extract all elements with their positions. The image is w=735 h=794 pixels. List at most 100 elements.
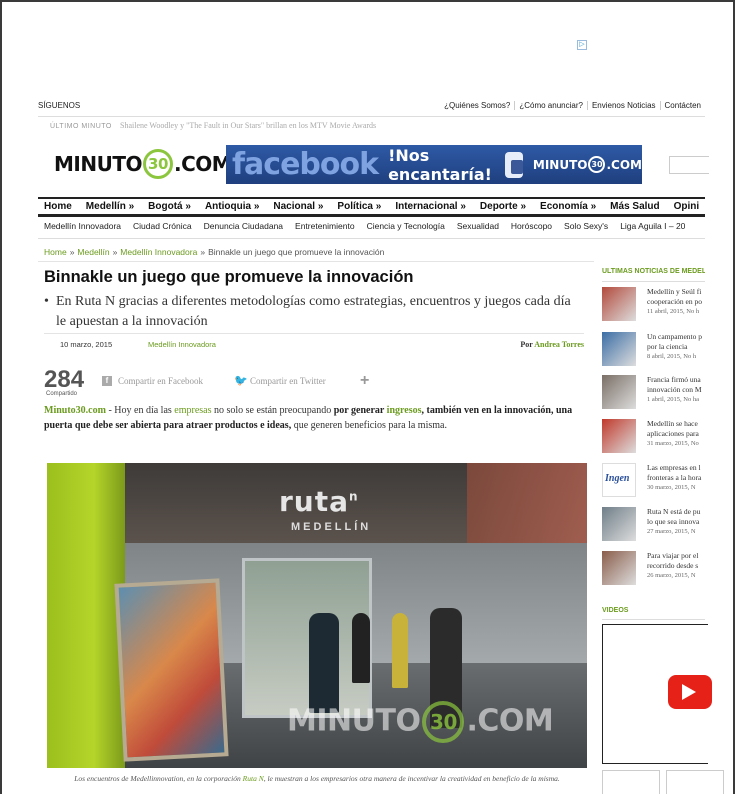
headline-line: Ruta N está de pu xyxy=(647,507,701,516)
subnav-horoscopo[interactable]: Horóscopo xyxy=(505,221,558,235)
nav-politica[interactable]: Política » xyxy=(330,201,388,212)
headline-line: Medellín se hace xyxy=(647,419,698,428)
banner-message: !Nos encantaría! xyxy=(388,145,492,184)
news-headline[interactable]: Para viajar por el recorrido desde s xyxy=(647,551,705,571)
share-facebook-button[interactable]: f Compartir en Facebook xyxy=(102,376,203,386)
wm-post: .COM xyxy=(466,703,554,739)
breadcrumb-home[interactable]: Home xyxy=(44,247,67,257)
news-headline[interactable]: Un campamento p por la ciencia xyxy=(647,332,705,352)
ticker-tag: ÚLTIMO MINUTO xyxy=(50,123,112,130)
article-date: 10 marzo, 2015 xyxy=(60,340,113,349)
subnav-ciudad-cronica[interactable]: Ciudad Crónica xyxy=(127,221,198,235)
news-thumbnail[interactable]: Ingen xyxy=(602,463,636,497)
subnav-denuncia[interactable]: Denuncia Ciudadana xyxy=(198,221,289,235)
top-bar: SÍGUENOS ¿Quiénes Somos? ¿Cómo anunciar?… xyxy=(38,101,705,115)
share-facebook-label: Compartir en Facebook xyxy=(118,376,203,386)
subnav-liga-aguila[interactable]: Liga Aguila I – 20 xyxy=(614,221,691,235)
subnav-sexualidad[interactable]: Sexualidad xyxy=(451,221,505,235)
link-advertise[interactable]: ¿Cómo anunciar? xyxy=(514,101,587,110)
sidebar-news-item[interactable]: Ruta N está de pu lo que sea innova 27 mar… xyxy=(602,507,705,547)
more-share-icon[interactable]: + xyxy=(360,372,369,390)
news-date: 1 abril, 2015, No ha xyxy=(647,396,699,403)
lead-site-link[interactable]: Minuto30.com xyxy=(44,405,106,416)
nav-internacional[interactable]: Internacional » xyxy=(388,201,473,212)
sidebar-news-item[interactable]: Un campamento p por la ciencia 8 abril, 20… xyxy=(602,332,705,372)
banner-facebook-text: facebook xyxy=(232,147,379,182)
breadcrumb-medellin[interactable]: Medellín xyxy=(77,247,109,257)
news-thumbnail[interactable] xyxy=(602,375,636,409)
news-date: 11 abril, 2015, No h xyxy=(647,308,700,315)
link-about[interactable]: ¿Quiénes Somos? xyxy=(440,101,514,110)
subnav-ciencia[interactable]: Ciencia y Tecnología xyxy=(361,221,451,235)
news-date: 31 marzo, 2015, No xyxy=(647,440,699,447)
photo-person xyxy=(392,613,408,688)
news-headline[interactable]: Medellín se hace aplicaciones para xyxy=(647,419,705,439)
news-headline[interactable]: Las empresas en l fronteras a la hora xyxy=(647,463,705,483)
share-twitter-button[interactable]: 🐦 Compartir en Twitter xyxy=(234,375,326,387)
headline-line: Medellín y Seúl fi xyxy=(647,287,702,296)
news-date: 8 abril, 2015, No h xyxy=(647,353,697,360)
link-send-news[interactable]: Envienos Noticias xyxy=(586,101,660,110)
facebook-banner-ad[interactable]: facebook !Nos encantaría! MINUTO 30 .COM xyxy=(226,145,642,184)
news-date: 26 marzo, 2015, N xyxy=(647,572,696,579)
photo-person xyxy=(309,613,339,713)
photo-watermark: MINUTO 30 .COM xyxy=(287,701,554,743)
video-player[interactable] xyxy=(602,624,712,764)
lead-link-ingresos[interactable]: ingresos xyxy=(387,405,422,416)
article-title: Binnakle un juego que promueve la innova… xyxy=(44,268,414,286)
lead-bold: por generar xyxy=(333,405,387,416)
sidebar-news-item[interactable]: Francia firmó una innovación con M1 abril… xyxy=(602,375,705,415)
link-contact[interactable]: Contácten xyxy=(659,101,705,110)
nav-nacional[interactable]: Nacional » xyxy=(266,201,330,212)
news-headline[interactable]: Francia firmó una innovación con M xyxy=(647,375,705,395)
headline-line: Francia firmó una xyxy=(647,375,701,384)
news-thumbnail[interactable] xyxy=(602,419,636,453)
nav-bogota[interactable]: Bogotá » xyxy=(141,201,198,212)
article-category[interactable]: Medellín Innovadora xyxy=(148,340,216,349)
news-thumbnail[interactable] xyxy=(602,507,636,541)
sidebar-news-item[interactable]: Medellín y Seúl fi cooperación en po 11 ab… xyxy=(602,287,705,327)
banner-logo-number: 30 xyxy=(588,156,606,173)
sidebar-news-item[interactable]: Ingen Las empresas en l fronteras a la hor… xyxy=(602,463,705,503)
nav-mas-salud[interactable]: Más Salud xyxy=(603,201,666,212)
ticker-headline[interactable]: Shailene Woodley y "The Fault in Our Sta… xyxy=(120,121,376,130)
nav-home[interactable]: Home xyxy=(38,201,79,212)
caption-link-ruta-n[interactable]: Ruta N xyxy=(243,774,264,783)
nav-antioquia[interactable]: Antioquia » xyxy=(198,201,266,212)
share-twitter-label: Compartir en Twitter xyxy=(250,376,326,386)
headline-line: aplicaciones para xyxy=(647,429,699,438)
nav-opinion[interactable]: Opini xyxy=(667,201,705,212)
sidebar-news-item[interactable]: Medellín se hace aplicaciones para 31 marz… xyxy=(602,419,705,459)
youtube-play-icon[interactable] xyxy=(668,675,712,709)
video-thumb[interactable] xyxy=(602,770,660,794)
news-thumbnail[interactable] xyxy=(602,332,636,366)
news-thumbnail[interactable] xyxy=(602,287,636,321)
search-input[interactable] xyxy=(669,156,709,174)
article-author[interactable]: Andrea Torres xyxy=(534,340,584,349)
sidebar-news-item[interactable]: Para viajar por el recorrido desde s 26 ma… xyxy=(602,551,705,591)
video-thumb[interactable] xyxy=(666,770,724,794)
subnav-solo-sexys[interactable]: Solo Sexy's xyxy=(558,221,614,235)
wm-pre: MINUTO xyxy=(287,703,421,739)
nav-medellin[interactable]: Medellín » xyxy=(79,201,141,212)
breadcrumb-current: Binnakle un juego que promueve la innova… xyxy=(208,247,385,257)
divider xyxy=(38,261,594,262)
ad-choices-icon[interactable]: ▷ xyxy=(577,40,587,50)
breadcrumb-medellin-innovadora[interactable]: Medellín Innovadora xyxy=(120,247,197,257)
news-thumbnail[interactable] xyxy=(602,551,636,585)
subnav-entretenimiento[interactable]: Entretenimiento xyxy=(289,221,361,235)
share-count: 284 xyxy=(44,366,85,393)
facebook-icon: f xyxy=(102,376,112,386)
lead-link-empresas[interactable]: empresas xyxy=(174,405,211,416)
subnav-medellin-innovadora[interactable]: Medellín Innovadora xyxy=(38,221,127,235)
lead-text: que generen beneficios para la misma. xyxy=(291,419,447,431)
twitter-icon: 🐦 xyxy=(234,375,248,387)
bullet: • xyxy=(44,294,49,309)
breadcrumb-sep: » xyxy=(69,247,75,257)
nav-economia[interactable]: Economía » xyxy=(533,201,603,212)
news-headline[interactable]: Medellín y Seúl fi cooperación en po xyxy=(647,287,705,307)
nav-deporte[interactable]: Deporte » xyxy=(473,201,533,212)
news-headline[interactable]: Ruta N está de pu lo que sea innova xyxy=(647,507,705,527)
caption-text: Los encuentros de Medellinnovation, en l… xyxy=(74,774,243,783)
site-logo[interactable]: MINUTO 30 .COM xyxy=(54,149,232,179)
